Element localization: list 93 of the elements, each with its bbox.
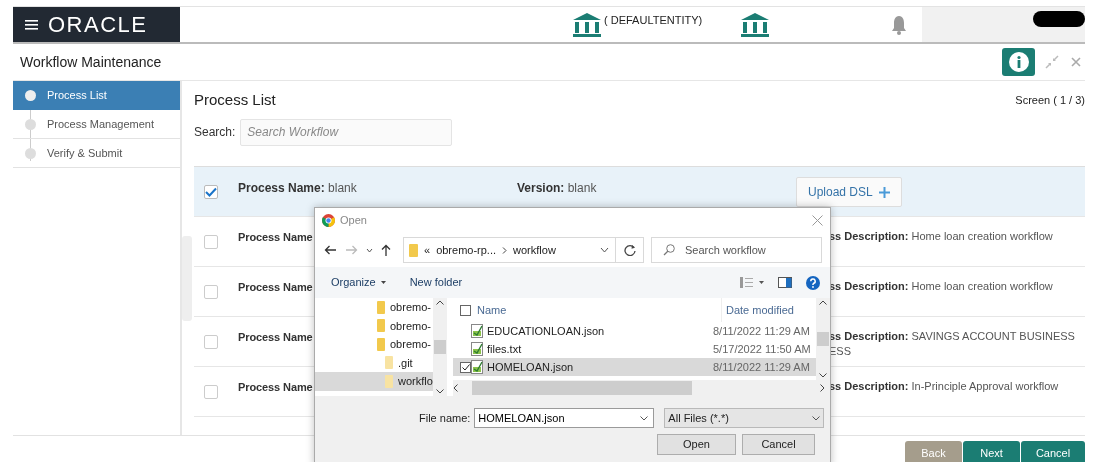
- screen-counter: Screen ( 1 / 3): [1015, 92, 1085, 108]
- file-name-field[interactable]: HOMELOAN.json: [474, 408, 655, 428]
- collapse-icon[interactable]: [1045, 55, 1059, 69]
- right-caret-icon: [820, 384, 825, 392]
- section-title: Process List: [194, 89, 276, 110]
- upload-button[interactable]: Upload DSL: [796, 177, 902, 207]
- step-item[interactable]: Process List: [13, 81, 180, 110]
- step-item[interactable]: Process Management: [13, 110, 180, 139]
- caret-icon[interactable]: [366, 247, 373, 253]
- folder-item[interactable]: .git: [315, 353, 433, 372]
- chevron-icon: [502, 246, 508, 254]
- up-caret-icon: [819, 300, 827, 305]
- open-button[interactable]: Open: [657, 434, 736, 455]
- folder-icon: [377, 319, 385, 333]
- down-caret-icon: [819, 373, 827, 378]
- checkbox[interactable]: [460, 304, 471, 316]
- next-button[interactable]: Next: [963, 441, 1020, 462]
- folder-item[interactable]: obremo-: [315, 316, 433, 335]
- version-text: Version: blank: [517, 180, 598, 197]
- file-row[interactable]: files.txt 5/17/2022 11:50 AM: [453, 340, 816, 358]
- scrollbar-thumb[interactable]: [817, 332, 829, 346]
- entity-label: ( DEFAULTENTITY): [604, 13, 703, 28]
- process-name: Process Name: [238, 330, 314, 345]
- file-row[interactable]: EDUCATIONLOAN.json 8/11/2022 11:29 AM: [453, 322, 816, 340]
- file-row[interactable]: HOMELOAN.json 8/11/2022 11:29 AM: [453, 358, 816, 376]
- scrollbar-thumb[interactable]: [472, 381, 692, 395]
- left-caret-icon: [453, 384, 458, 392]
- organize-menu[interactable]: Organize: [331, 274, 386, 291]
- folder-icon: [409, 243, 418, 257]
- search-field[interactable]: Search Workflow: [240, 118, 453, 146]
- help-icon[interactable]: [806, 275, 820, 290]
- path-segment[interactable]: workflow: [513, 241, 556, 259]
- scrollbar[interactable]: [433, 298, 447, 396]
- caret-icon: [812, 415, 821, 421]
- up-arrow-icon[interactable]: [381, 243, 391, 257]
- search-field[interactable]: Search workflow: [651, 237, 822, 263]
- redaction-mark: [1033, 11, 1085, 27]
- back-arrow-icon[interactable]: [324, 245, 337, 255]
- down-caret-icon: [436, 389, 444, 394]
- process-name: Process Name: [238, 380, 314, 395]
- bank-icon[interactable]: [572, 12, 602, 37]
- checkbox[interactable]: [460, 361, 471, 373]
- check-icon: [461, 363, 470, 371]
- folder-icon: [385, 374, 393, 388]
- folder-icon: [377, 337, 385, 351]
- info-icon: [1008, 52, 1029, 72]
- search-icon: [663, 244, 675, 256]
- file-icon: [471, 342, 483, 356]
- process-name: Process Name: blank: [238, 180, 358, 197]
- close-icon[interactable]: [812, 215, 823, 226]
- scrollbar[interactable]: [453, 380, 830, 396]
- page-title: Workflow Maintenance: [20, 52, 162, 72]
- info-button[interactable]: [1002, 48, 1035, 76]
- menu-icon[interactable]: [25, 19, 38, 30]
- caret-icon: [640, 416, 649, 421]
- view-options-icon[interactable]: [740, 277, 764, 288]
- plus-icon: [878, 186, 890, 198]
- column-header[interactable]: Date modified: [721, 298, 794, 322]
- folder-icon: [377, 300, 385, 314]
- forward-arrow-icon[interactable]: [345, 245, 358, 255]
- process-name: Process Name: [238, 230, 314, 245]
- scrollbar[interactable]: [182, 236, 192, 321]
- browser-icon: [322, 214, 335, 227]
- check-icon: [205, 187, 217, 197]
- address-bar[interactable]: « obremo-rp... workflow: [403, 237, 644, 263]
- new-folder-button[interactable]: New folder: [409, 274, 463, 291]
- preview-pane-icon[interactable]: [778, 277, 792, 288]
- close-icon[interactable]: [1071, 57, 1081, 67]
- path-segment[interactable]: obremo-rp...: [436, 241, 497, 259]
- search-label: Search:: [194, 124, 236, 141]
- folder-item[interactable]: obremo-: [315, 335, 433, 354]
- step-item[interactable]: Verify & Submit: [13, 139, 180, 168]
- file-type-select[interactable]: All Files (*.*): [664, 408, 825, 428]
- file-name-label: File name:: [419, 410, 471, 426]
- process-name: Process Name: [238, 280, 314, 295]
- folder-icon: [385, 356, 393, 370]
- scrollbar[interactable]: [816, 298, 830, 380]
- folder-item[interactable]: obremo-: [315, 298, 433, 317]
- logo-text: ORACLE: [48, 13, 148, 36]
- cancel-button[interactable]: Cancel: [742, 434, 815, 455]
- cancel-button[interactable]: Cancel: [1021, 441, 1085, 462]
- refresh-icon[interactable]: [623, 244, 636, 256]
- caret-icon: [380, 281, 386, 284]
- file-icon: [471, 360, 483, 374]
- caret-icon[interactable]: [600, 247, 609, 253]
- bank-icon[interactable]: [740, 12, 771, 37]
- scrollbar-thumb[interactable]: [434, 340, 446, 354]
- folder-item[interactable]: workflo: [315, 372, 433, 391]
- checkbox[interactable]: [204, 185, 218, 199]
- up-caret-icon: [436, 300, 444, 305]
- file-icon: [471, 324, 483, 338]
- bell-icon[interactable]: [890, 14, 909, 35]
- column-header[interactable]: Name: [477, 301, 721, 319]
